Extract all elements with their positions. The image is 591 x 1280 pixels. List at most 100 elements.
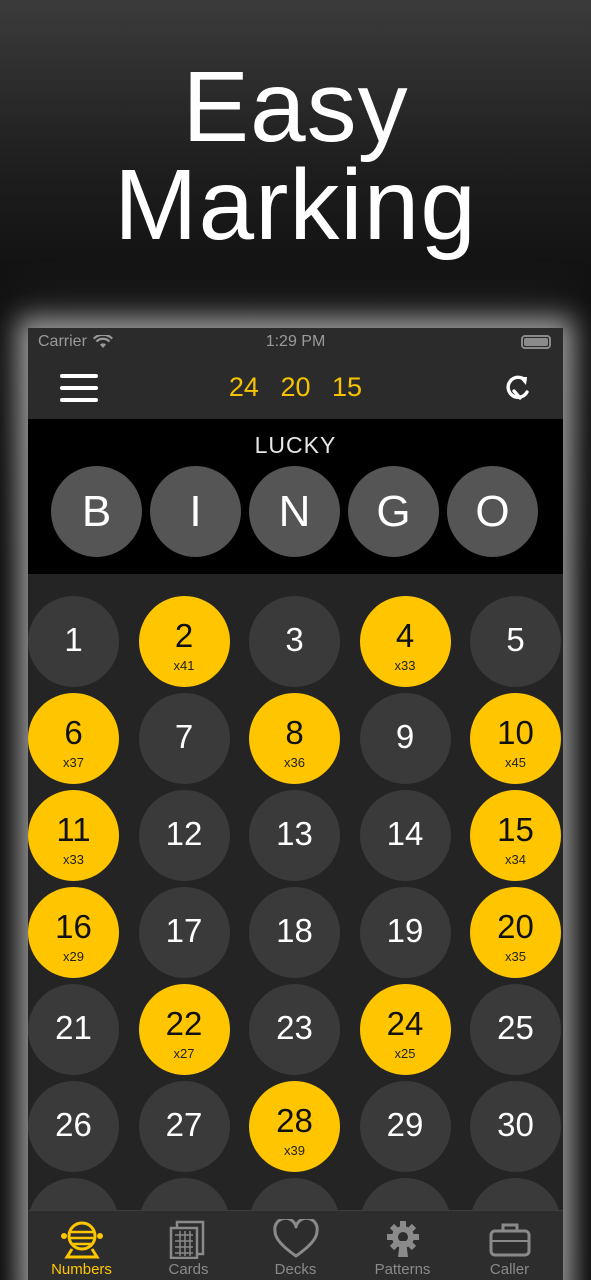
ball-multiplier: x39 xyxy=(284,1143,305,1158)
ball-number: 14 xyxy=(386,815,424,852)
number-ball[interactable]: 27 xyxy=(138,1081,230,1172)
ball-number: 9 xyxy=(395,718,415,755)
number-ball[interactable]: 25 xyxy=(470,984,561,1075)
bingo-cage-icon xyxy=(60,1221,103,1259)
number-ball[interactable]: 12 xyxy=(138,790,230,881)
number-ball[interactable]: 4 x33 xyxy=(359,596,451,687)
called-number: 24 xyxy=(228,372,259,402)
number-ball[interactable]: 7 xyxy=(138,693,230,784)
headline-line-1: Easy xyxy=(182,51,409,163)
ball-number: 23 xyxy=(276,1009,313,1046)
number-ball[interactable]: 28 x39 xyxy=(249,1081,340,1172)
ball-number: 17 xyxy=(165,912,203,949)
number-ball[interactable]: 6 x37 xyxy=(28,693,119,784)
called-number: 15 xyxy=(332,372,363,402)
phone-screen: Carrier 1:29 PM 24 20 15 LUCKY B I N G O… xyxy=(28,328,563,1280)
number-ball[interactable]: 23 xyxy=(249,984,340,1075)
number-ball[interactable]: 1 xyxy=(28,596,119,687)
gear-wrench-icon xyxy=(386,1221,419,1257)
ball-number: 30 xyxy=(497,1106,534,1143)
number-ball[interactable]: 20 x35 xyxy=(470,887,561,978)
ball-number: 18 xyxy=(276,912,313,949)
bingo-letter-g[interactable]: G xyxy=(348,466,439,557)
clock: 1:29 PM xyxy=(265,333,326,350)
tab-decks-label: Decks xyxy=(274,1261,317,1278)
bingo-letter-b[interactable]: B xyxy=(51,466,142,557)
ball-number: 24 xyxy=(386,1005,424,1042)
number-ball[interactable]: 10 x45 xyxy=(470,693,561,784)
ball-number: 1 xyxy=(64,621,83,658)
called-numbers: 24 20 15 xyxy=(28,372,563,403)
ball-multiplier: x27 xyxy=(173,1046,195,1061)
ball-number: 10 xyxy=(497,714,534,751)
lucky-title: LUCKY xyxy=(254,432,337,458)
ball-number: 3 xyxy=(285,621,304,658)
tab-numbers-label: Numbers xyxy=(51,1261,112,1278)
number-ball[interactable]: 30 xyxy=(470,1081,561,1172)
ball-number: 26 xyxy=(55,1106,92,1143)
headline-line-2: Marking xyxy=(114,149,477,261)
tab-patterns[interactable]: Patterns xyxy=(349,1211,456,1280)
number-ball[interactable]: 19 xyxy=(359,887,451,978)
tab-caller[interactable]: Caller xyxy=(456,1211,563,1280)
ball-number: 2 xyxy=(174,617,194,654)
number-ball[interactable]: 29 xyxy=(359,1081,451,1172)
bingo-letter-n[interactable]: N xyxy=(249,466,340,557)
number-ball[interactable]: 11 x33 xyxy=(28,790,119,881)
number-ball[interactable]: 22 x27 xyxy=(138,984,230,1075)
number-ball[interactable]: 5 xyxy=(470,596,561,687)
number-ball[interactable]: 8 x36 xyxy=(249,693,340,784)
ball-number: 6 xyxy=(64,714,83,751)
ball-number: 4 xyxy=(395,617,415,654)
number-ball[interactable]: 3 xyxy=(249,596,340,687)
tab-caller-label: Caller xyxy=(489,1261,530,1278)
ball-number: 5 xyxy=(506,621,525,658)
ball-number: 16 xyxy=(55,908,92,945)
ball-multiplier: x35 xyxy=(505,949,526,964)
number-ball[interactable]: 24 x25 xyxy=(359,984,451,1075)
ball-number: 25 xyxy=(497,1009,534,1046)
number-ball[interactable]: 16 x29 xyxy=(28,887,119,978)
ball-number: 21 xyxy=(55,1009,92,1046)
promo-headline: Easy Marking xyxy=(0,51,591,261)
number-ball[interactable]: 13 xyxy=(249,790,340,881)
ball-number: 11 xyxy=(56,811,91,848)
bingo-letter-o[interactable]: O xyxy=(447,466,538,557)
tab-patterns-label: Patterns xyxy=(374,1261,431,1278)
bingo-letter-i[interactable]: I xyxy=(150,466,241,557)
number-ball[interactable]: 17 xyxy=(138,887,230,978)
refresh-button[interactable] xyxy=(501,371,535,405)
number-ball[interactable]: 9 xyxy=(359,693,451,784)
number-ball[interactable]: 2 x41 xyxy=(138,596,230,687)
battery-icon xyxy=(521,335,551,349)
ball-multiplier: x33 xyxy=(394,658,416,673)
refresh-icon xyxy=(506,375,529,400)
ball-number: 15 xyxy=(497,811,534,848)
ball-number: 27 xyxy=(165,1106,203,1143)
ball-multiplier: x45 xyxy=(505,755,526,770)
ball-multiplier: x41 xyxy=(173,658,195,673)
ball-number: 29 xyxy=(386,1106,424,1143)
number-ball[interactable]: 15 x34 xyxy=(470,790,561,881)
ball-number: 8 xyxy=(285,714,304,751)
heart-icon xyxy=(272,1219,319,1258)
ball-multiplier: x29 xyxy=(63,949,84,964)
number-ball[interactable]: 26 xyxy=(28,1081,119,1172)
number-ball[interactable]: 14 xyxy=(359,790,451,881)
tab-numbers[interactable]: Numbers xyxy=(28,1211,135,1280)
ball-multiplier: x37 xyxy=(63,755,84,770)
tab-cards-label: Cards xyxy=(168,1261,209,1278)
tab-cards[interactable]: Cards xyxy=(135,1211,242,1280)
ball-number: 22 xyxy=(165,1005,203,1042)
tab-decks[interactable]: Decks xyxy=(242,1211,349,1280)
ball-number: 12 xyxy=(165,815,203,852)
bingo-card-icon xyxy=(169,1220,204,1259)
lucky-bingo-header: LUCKY B I N G O xyxy=(28,419,563,574)
number-ball[interactable]: 21 xyxy=(28,984,119,1075)
ball-number: 19 xyxy=(386,912,424,949)
ball-multiplier: x25 xyxy=(394,1046,416,1061)
number-ball[interactable]: 18 xyxy=(249,887,340,978)
ball-number: 20 xyxy=(497,908,534,945)
status-bar: Carrier 1:29 PM xyxy=(28,328,563,356)
briefcase-icon xyxy=(489,1223,530,1257)
